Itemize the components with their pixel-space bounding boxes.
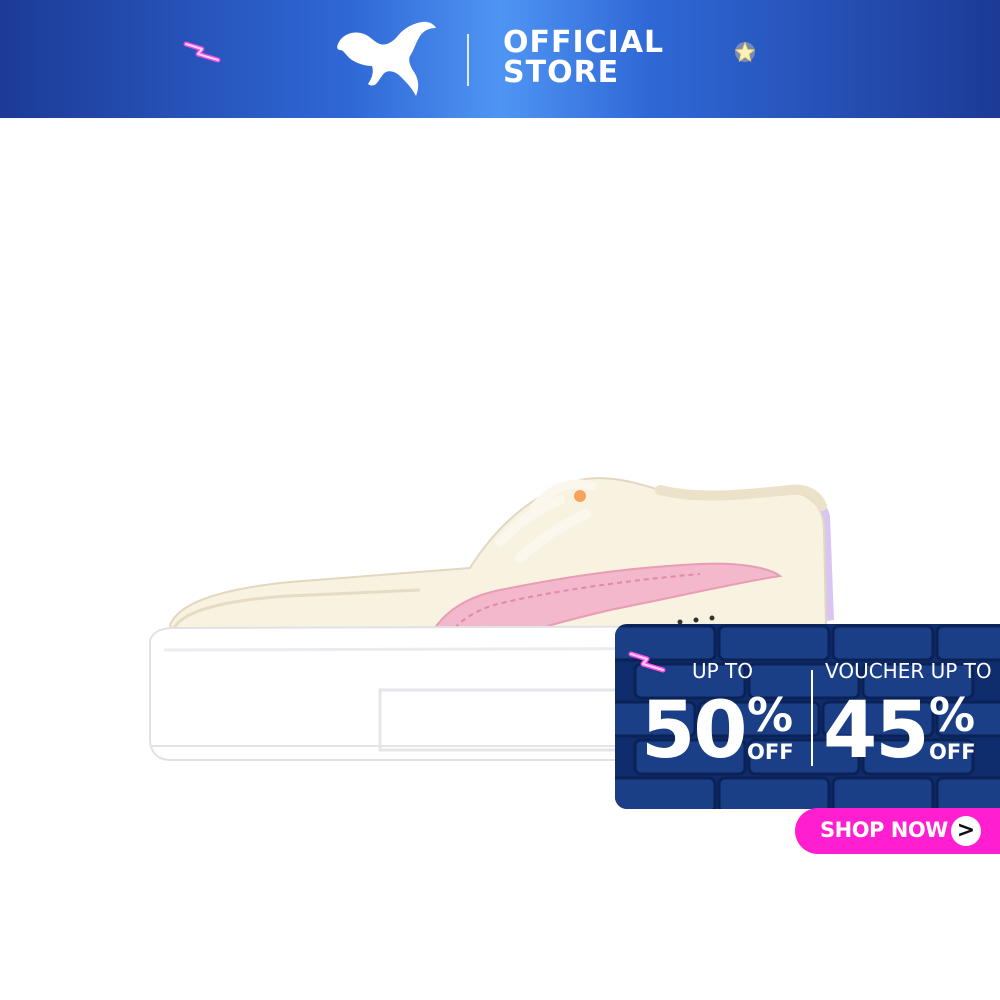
lightning-icon: [628, 651, 666, 673]
star-icon: [734, 41, 756, 63]
official-store-banner: OFFICIAL STORE: [0, 0, 1000, 118]
lightning-icon: [183, 41, 221, 63]
left-offer-value: 50: [641, 686, 748, 776]
left-offer-prefix: UP TO: [692, 659, 754, 683]
right-offer-prefix: VOUCHER UP TO: [825, 659, 992, 683]
header-divider: [467, 34, 469, 86]
promo-banner[interactable]: UP TO 50 % OFF VOUCHER UP TO 45 % OFF: [615, 624, 1000, 809]
right-offer-value: 45: [823, 686, 930, 776]
puma-logo-icon: [337, 21, 436, 97]
left-offer-percent: %: [747, 688, 794, 742]
right-offer-percent: %: [929, 688, 976, 742]
store-line1: OFFICIAL: [503, 25, 665, 60]
promo-divider: [811, 670, 813, 766]
shop-now-button[interactable]: SHOP NOW >: [795, 808, 1000, 854]
store-line2: STORE: [503, 55, 620, 90]
left-offer-suffix: OFF: [747, 740, 794, 764]
shop-now-label: SHOP NOW: [820, 818, 948, 842]
official-store-text: OFFICIAL STORE: [503, 28, 664, 88]
right-offer-suffix: OFF: [929, 740, 976, 764]
arrow-right-icon: >: [951, 816, 981, 846]
